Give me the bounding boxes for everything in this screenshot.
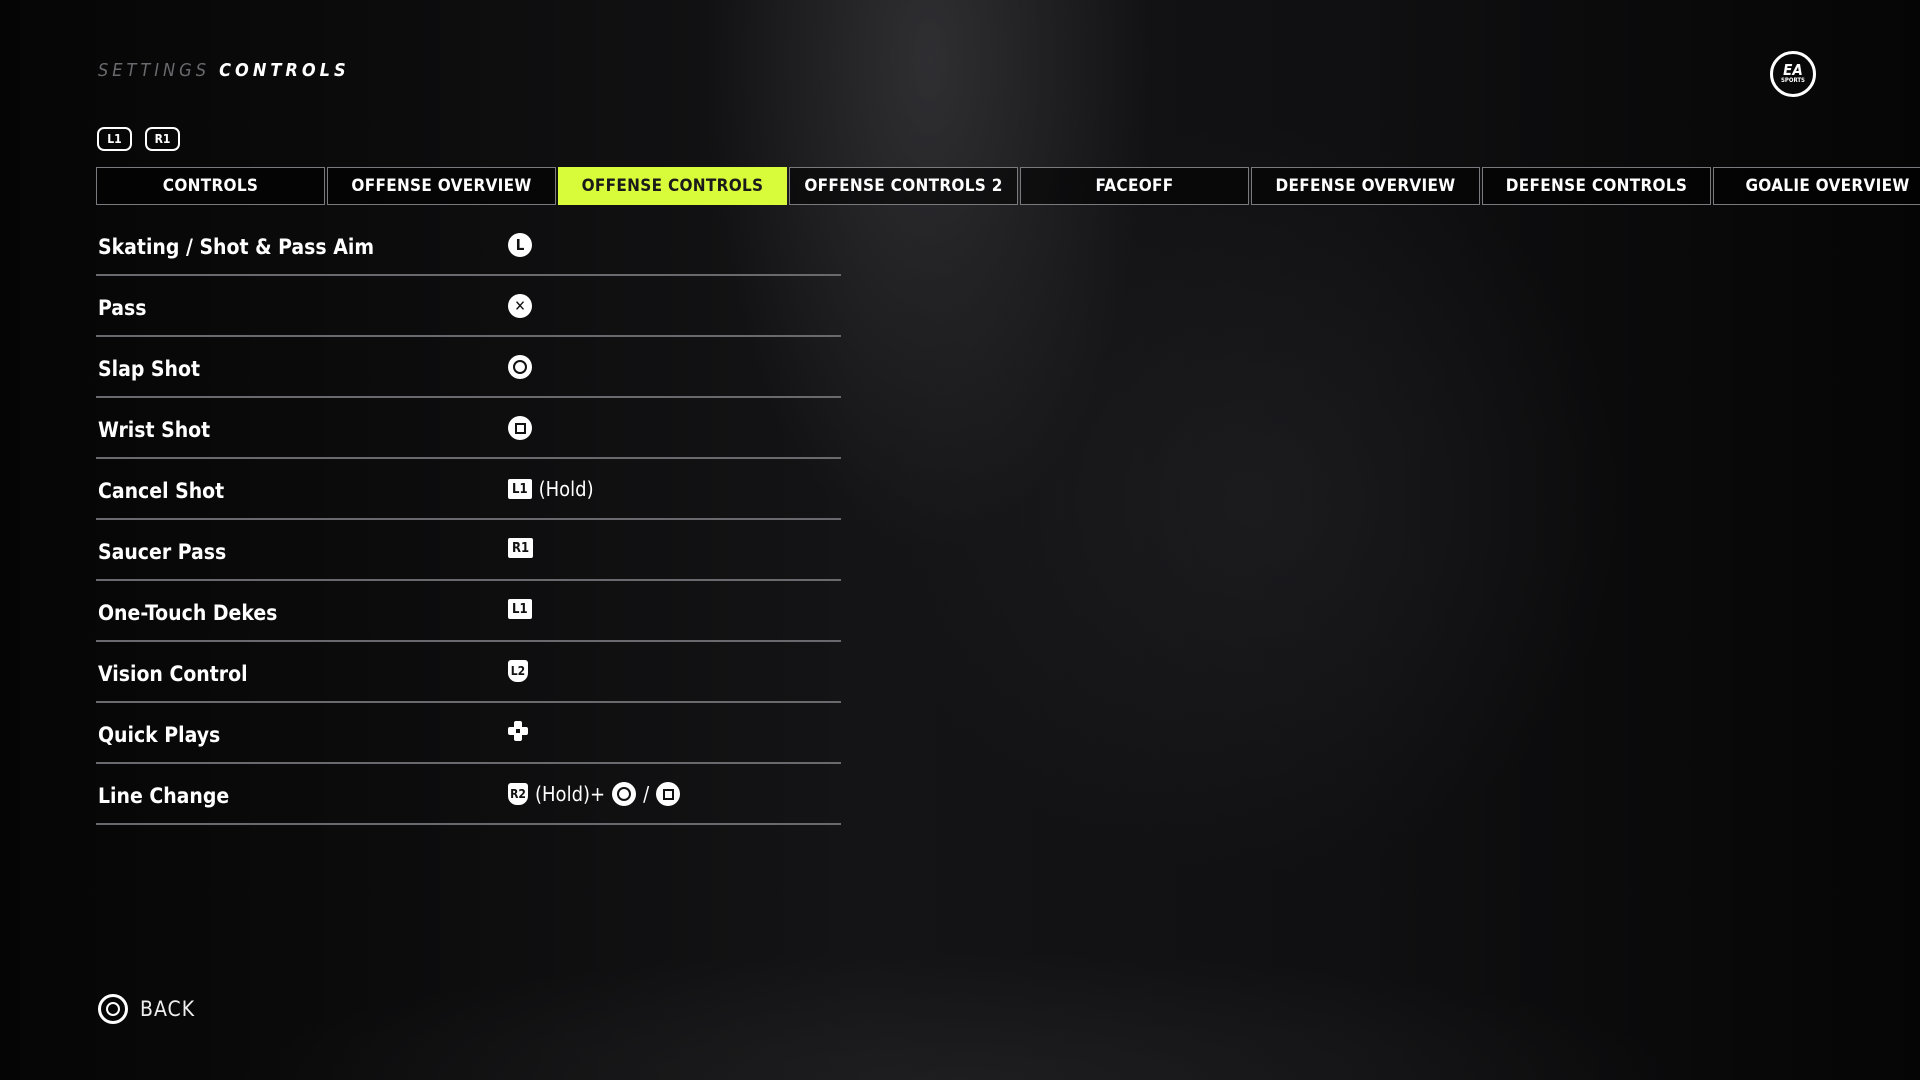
action-label: Pass — [98, 296, 147, 320]
action-label: Vision Control — [98, 662, 248, 686]
l1-tab-prev-button[interactable]: L1 — [97, 127, 132, 151]
tab-faceoff[interactable]: FACEOFF — [1020, 167, 1249, 205]
binding: R2 (Hold)+ / — [508, 782, 681, 806]
binding: L1 — [508, 599, 532, 619]
action-label: Skating / Shot & Pass Aim — [98, 235, 375, 259]
action-label: Saucer Pass — [98, 540, 227, 564]
binding: L — [508, 233, 532, 257]
controls-list: Skating / Shot & Pass Aim L Pass ✕ Slap … — [96, 215, 841, 825]
control-row: Slap Shot — [96, 337, 841, 398]
breadcrumb-parent: SETTINGS — [98, 60, 211, 81]
tab-bar: CONTROLS OFFENSE OVERVIEW OFFENSE CONTRO… — [96, 167, 1920, 205]
control-row: Line Change R2 (Hold)+ / — [96, 764, 841, 825]
action-label: One-Touch Dekes — [98, 601, 278, 625]
l1-button-icon: L1 — [508, 599, 532, 619]
binding — [508, 721, 528, 741]
control-row: Quick Plays — [96, 703, 841, 764]
control-row: One-Touch Dekes L1 — [96, 581, 841, 642]
cross-button-icon: ✕ — [508, 294, 532, 318]
control-row: Cancel Shot L1 (Hold) — [96, 459, 841, 520]
r1-button-icon: R1 — [508, 538, 534, 558]
binding-modifier: (Hold) — [538, 477, 594, 501]
circle-button-icon — [612, 782, 637, 806]
control-row: Skating / Shot & Pass Aim L — [96, 215, 841, 276]
tab-goalie-overview[interactable]: GOALIE OVERVIEW — [1713, 167, 1920, 205]
action-label: Slap Shot — [98, 357, 200, 381]
control-row: Wrist Shot — [96, 398, 841, 459]
binding: R1 — [508, 538, 534, 558]
logo-text-sports: SPORTS — [1781, 77, 1805, 84]
binding-separator: / — [643, 782, 650, 806]
square-button-icon — [656, 782, 681, 806]
binding: L2 — [508, 660, 528, 682]
breadcrumb-current: CONTROLS — [219, 60, 350, 81]
logo-text-ea: EA — [1783, 61, 1803, 79]
binding — [508, 416, 532, 440]
r1-tab-next-button[interactable]: R1 — [145, 127, 180, 151]
binding: ✕ — [508, 294, 532, 318]
tab-defense-controls[interactable]: DEFENSE CONTROLS — [1482, 167, 1711, 205]
binding — [508, 355, 532, 379]
action-label: Wrist Shot — [98, 418, 211, 442]
tab-controls[interactable]: CONTROLS — [96, 167, 325, 205]
tab-offense-overview[interactable]: OFFENSE OVERVIEW — [327, 167, 556, 205]
binding-modifier: (Hold)+ — [535, 782, 606, 806]
binding: L1 (Hold) — [508, 477, 594, 501]
control-row: Saucer Pass R1 — [96, 520, 841, 581]
ea-sports-logo: EA SPORTS — [1770, 51, 1816, 97]
circle-button-icon — [98, 994, 128, 1024]
back-label: BACK — [140, 997, 196, 1021]
dpad-icon — [508, 721, 528, 741]
action-label: Cancel Shot — [98, 479, 225, 503]
page-title: SETTINGS CONTROLS — [98, 60, 350, 81]
circle-button-icon — [508, 355, 532, 379]
r2-trigger-icon: R2 — [508, 783, 528, 805]
l2-trigger-icon: L2 — [508, 660, 528, 682]
tab-offense-controls-2[interactable]: OFFENSE CONTROLS 2 — [789, 167, 1018, 205]
control-row: Vision Control L2 — [96, 642, 841, 703]
tab-offense-controls[interactable]: OFFENSE CONTROLS — [558, 167, 787, 205]
control-row: Pass ✕ — [96, 276, 841, 337]
back-button[interactable]: BACK — [98, 994, 195, 1024]
action-label: Quick Plays — [98, 723, 221, 747]
action-label: Line Change — [98, 784, 230, 808]
square-button-icon — [508, 416, 532, 440]
l1-button-icon: L1 — [508, 479, 532, 499]
tab-defense-overview[interactable]: DEFENSE OVERVIEW — [1251, 167, 1480, 205]
left-stick-icon: L — [508, 233, 532, 257]
